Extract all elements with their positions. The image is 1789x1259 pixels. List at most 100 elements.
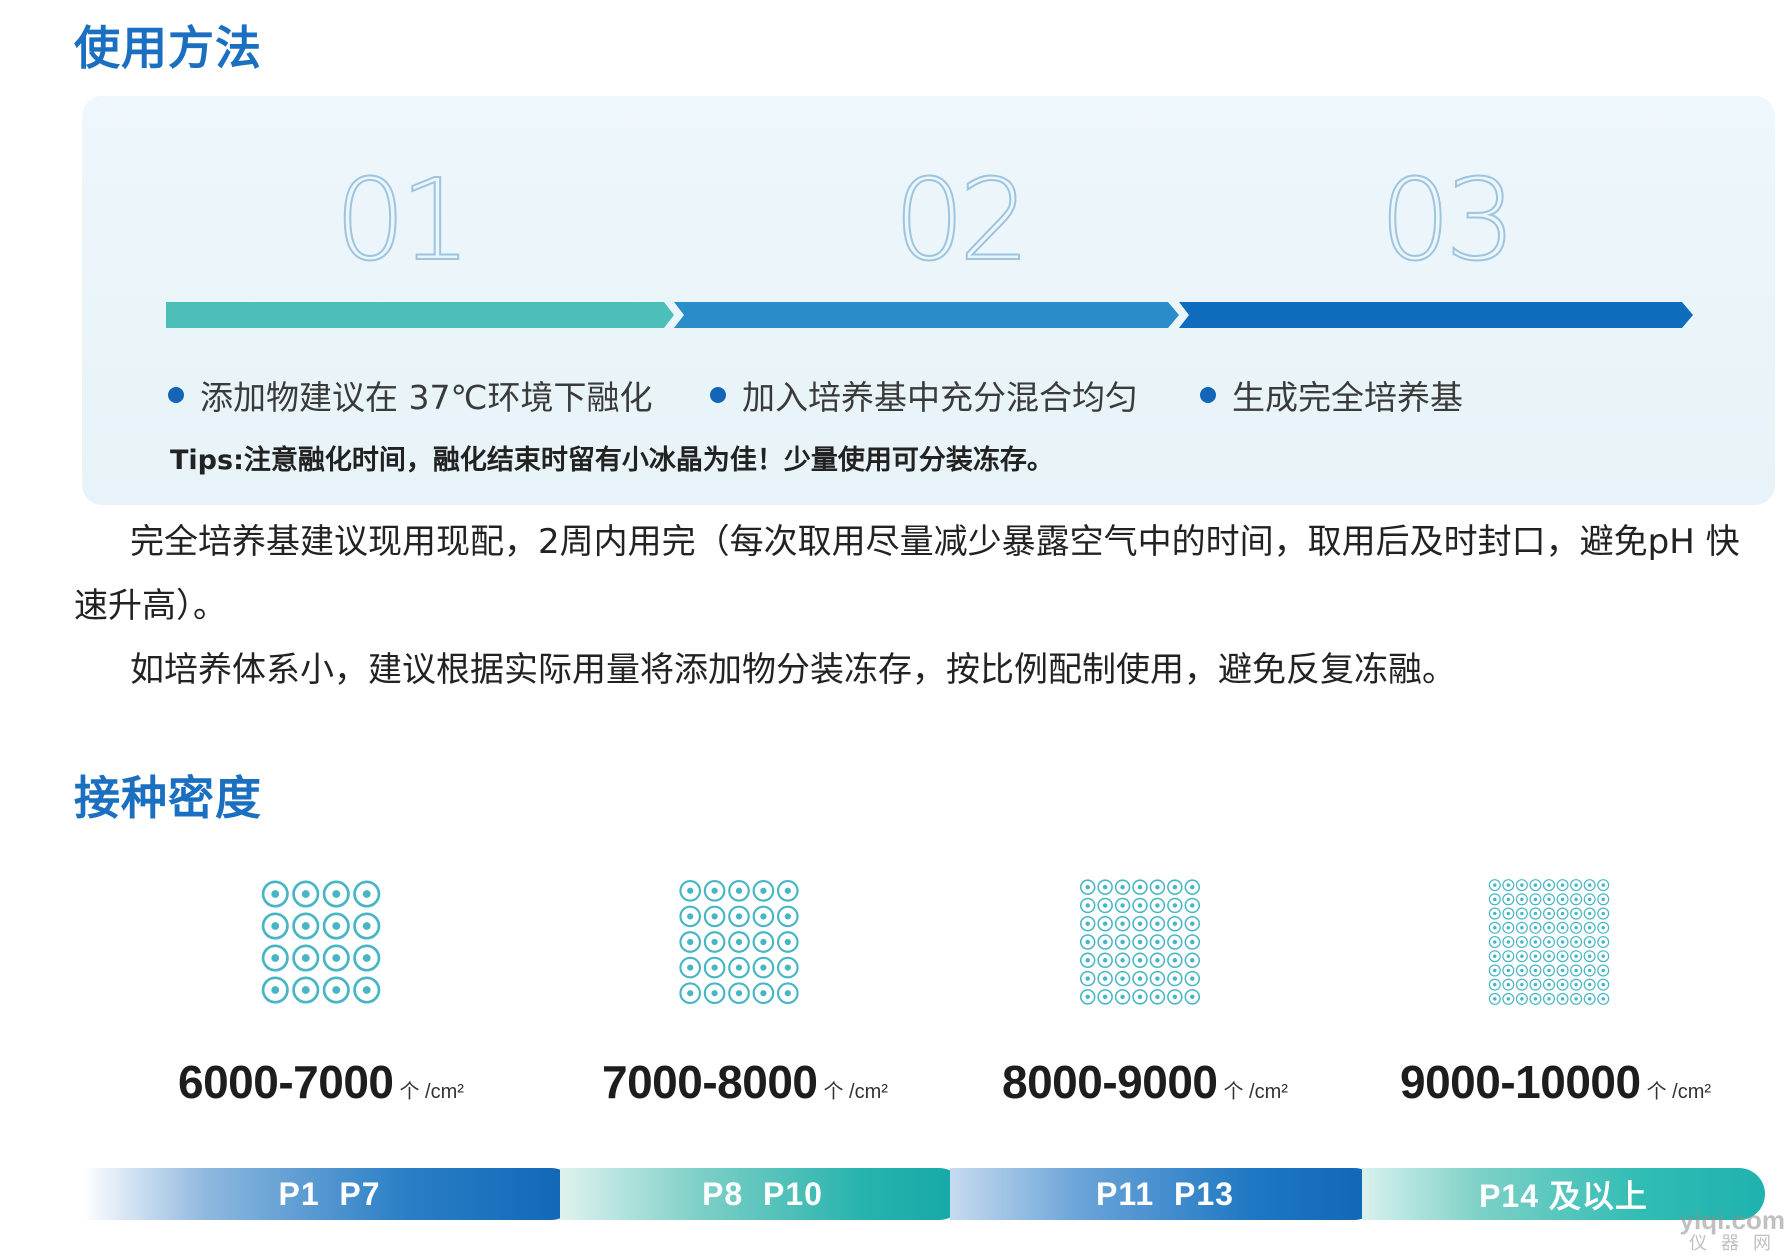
cell-nucleus xyxy=(1560,982,1565,987)
cell-nucleus xyxy=(1085,939,1090,945)
step-text-3: 生成完全培养基 xyxy=(1200,371,1463,419)
cell-nucleus xyxy=(1601,926,1605,930)
cell-nucleus xyxy=(1587,897,1592,902)
cell-nucleus xyxy=(301,922,310,930)
cell-nucleus xyxy=(1190,958,1195,963)
density-section-title: 接种密度 xyxy=(74,771,262,825)
cell-nucleus xyxy=(711,990,718,997)
cell-nucleus xyxy=(711,913,718,920)
cell-nucleus xyxy=(760,913,767,920)
cell-grid-icon xyxy=(261,880,381,1004)
cell-nucleus xyxy=(1155,884,1160,890)
cell-nucleus xyxy=(362,986,371,994)
cell-nucleus xyxy=(1574,911,1578,916)
cell-nucleus xyxy=(1102,921,1108,926)
cell-nucleus xyxy=(1493,982,1497,987)
cell-nucleus xyxy=(1137,921,1143,926)
cell-nucleus xyxy=(1085,921,1090,926)
cell-nucleus xyxy=(1601,997,1605,1001)
paragraph-fresh-medium: 完全培养基建议现用现配，2周内用完（每次取用尽量减少暴露空气中的时间，取用后及时… xyxy=(74,510,1754,638)
cell-nucleus xyxy=(760,938,767,946)
cell-nucleus xyxy=(687,938,694,946)
site-watermark: yiqi.com 仪器网 xyxy=(1680,1207,1785,1253)
cell-nucleus xyxy=(1506,883,1511,887)
cell-nucleus xyxy=(1120,958,1125,963)
step-number-2: 02 xyxy=(893,156,1032,286)
cell-nucleus xyxy=(1520,954,1524,958)
cell-nucleus xyxy=(1574,926,1578,930)
cell-nucleus xyxy=(1520,940,1524,944)
cell-nucleus xyxy=(1574,883,1578,887)
cell-nucleus xyxy=(1560,897,1565,902)
cell-nucleus xyxy=(1560,997,1565,1001)
cell-nucleus xyxy=(1506,982,1511,987)
cell-nucleus xyxy=(1102,884,1108,890)
cell-nucleus xyxy=(1506,911,1511,916)
cell-density-icon-1 xyxy=(260,878,382,1006)
cell-nucleus xyxy=(1137,939,1143,945)
cell-nucleus xyxy=(1137,958,1143,963)
cell-nucleus xyxy=(271,986,280,994)
cell-nucleus xyxy=(1102,903,1108,908)
cell-nucleus xyxy=(1560,926,1565,930)
cell-nucleus xyxy=(1120,884,1125,890)
density-range: 6000-7000 xyxy=(178,1056,394,1108)
cell-nucleus xyxy=(711,938,718,946)
cell-nucleus xyxy=(1102,958,1108,963)
cell-nucleus xyxy=(1102,939,1108,945)
cell-nucleus xyxy=(362,890,371,898)
cell-density-icon-2 xyxy=(678,878,800,1006)
cell-nucleus xyxy=(1155,994,1160,1000)
cell-nucleus xyxy=(687,887,694,894)
density-range: 7000-8000 xyxy=(602,1056,818,1108)
cell-nucleus xyxy=(1506,968,1511,973)
cell-nucleus xyxy=(1137,903,1143,908)
cell-nucleus xyxy=(1574,997,1578,1001)
cell-nucleus xyxy=(1520,997,1524,1001)
cell-nucleus xyxy=(1560,940,1565,944)
cell-nucleus xyxy=(1190,903,1195,908)
cell-nucleus xyxy=(1533,982,1538,987)
cell-nucleus xyxy=(1190,884,1195,890)
passage-bar-2: P8 P10 xyxy=(560,1168,965,1220)
bullet-dot-icon xyxy=(168,387,184,403)
bullet-dot-icon xyxy=(1200,387,1216,403)
watermark-domain: yiqi.com xyxy=(1679,1205,1785,1235)
density-range: 8000-9000 xyxy=(1002,1056,1218,1108)
step-number-3: 03 xyxy=(1379,156,1518,286)
cell-nucleus xyxy=(271,890,280,898)
cell-nucleus xyxy=(1533,897,1538,902)
step-label: 加入培养基中充分混合均匀 xyxy=(742,378,1138,417)
cell-nucleus xyxy=(1547,911,1551,916)
cell-nucleus xyxy=(784,913,791,920)
cell-nucleus xyxy=(1102,976,1108,981)
cell-nucleus xyxy=(735,913,743,920)
density-value-1: 6000-7000 个 /cm² xyxy=(178,1055,464,1109)
cell-nucleus xyxy=(1560,954,1565,958)
cell-nucleus xyxy=(1601,883,1605,887)
density-unit: 个 /cm² xyxy=(399,1081,464,1103)
cell-nucleus xyxy=(1601,911,1605,916)
cell-nucleus xyxy=(687,990,694,997)
cell-nucleus xyxy=(1520,911,1524,916)
step-label: 添加物建议在 37℃环境下融化 xyxy=(200,378,653,417)
cell-nucleus xyxy=(1601,982,1605,987)
cell-nucleus xyxy=(332,954,341,962)
cell-density-icon-4 xyxy=(1488,878,1610,1006)
cell-nucleus xyxy=(1172,976,1178,981)
cell-nucleus xyxy=(1190,994,1195,1000)
cell-nucleus xyxy=(1172,921,1178,926)
cell-grid-icon xyxy=(1079,879,1201,1005)
density-value-3: 8000-9000 个 /cm² xyxy=(1002,1055,1288,1109)
cell-nucleus xyxy=(1587,982,1592,987)
tips-text: Tips:注意融化时间，融化结束时留有小冰晶为佳！少量使用可分装冻存。 xyxy=(170,445,1054,476)
passage-label: P8 P10 xyxy=(702,1175,823,1212)
cell-nucleus xyxy=(1493,940,1497,944)
density-value-2: 7000-8000 个 /cm² xyxy=(602,1055,888,1109)
cell-nucleus xyxy=(1574,897,1578,902)
density-range: 9000-10000 xyxy=(1400,1056,1641,1108)
cell-nucleus xyxy=(1172,903,1178,908)
cell-nucleus xyxy=(1190,921,1195,926)
cell-nucleus xyxy=(1493,968,1497,973)
cell-nucleus xyxy=(1155,903,1160,908)
